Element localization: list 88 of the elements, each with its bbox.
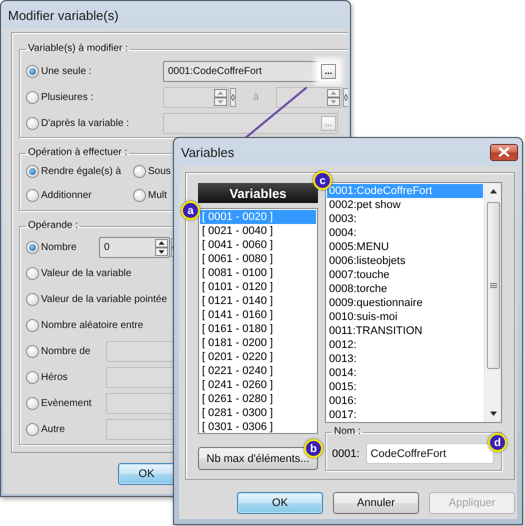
- range-separator: à: [252, 92, 260, 102]
- radio-label: Valeur de la variable pointée: [41, 294, 168, 304]
- radio-label: Mult: [148, 190, 167, 200]
- window-title: Variables: [181, 144, 236, 160]
- list-item[interactable]: 0003:: [327, 212, 483, 226]
- dialog-button[interactable]: OK: [237, 492, 323, 514]
- list-item[interactable]: 0005:MENU: [327, 240, 483, 254]
- radio-button[interactable]: [26, 370, 39, 384]
- radio-button[interactable]: [26, 266, 39, 280]
- list-item[interactable]: 0014:: [327, 366, 483, 380]
- input-field[interactable]: 0001:CodeCoffreFort ...: [163, 60, 338, 82]
- radio-label: D'après la variable :: [41, 118, 130, 128]
- list-item[interactable]: 0012:: [327, 338, 483, 352]
- radio-button[interactable]: [133, 164, 146, 178]
- radio-label: Une seule :: [41, 66, 93, 76]
- radio-button[interactable]: [26, 396, 39, 410]
- input-field[interactable]: [163, 86, 229, 108]
- list-item[interactable]: [ 0201 - 0220 ]: [200, 350, 316, 364]
- radio-label: Sous: [148, 166, 171, 176]
- diamond-icon[interactable]: [343, 88, 348, 106]
- list-item[interactable]: 0002:pet show: [327, 198, 483, 212]
- close-icon: [498, 147, 510, 157]
- radio-button[interactable]: [26, 344, 39, 358]
- spin-buttons[interactable]: [155, 238, 168, 256]
- list-item[interactable]: [ 0161 - 0180 ]: [200, 322, 316, 336]
- scroll-up-icon[interactable]: [488, 187, 498, 196]
- radio-button[interactable]: [26, 318, 39, 332]
- list-item[interactable]: [ 0121 - 0140 ]: [200, 294, 316, 308]
- radio-label: Valeur de la variable: [41, 268, 132, 278]
- group-label: Nom :: [333, 426, 362, 438]
- list-item[interactable]: [ 0221 - 0240 ]: [200, 364, 316, 378]
- list-item[interactable]: [ 0041 - 0060 ]: [200, 238, 316, 252]
- list-item[interactable]: 0015:: [327, 380, 483, 394]
- radio-button[interactable]: [26, 64, 39, 78]
- radio-button[interactable]: [26, 240, 39, 254]
- list-item[interactable]: [ 0261 - 0280 ]: [200, 392, 316, 406]
- input-field[interactable]: [276, 86, 342, 108]
- list-item[interactable]: [ 0141 - 0160 ]: [200, 308, 316, 322]
- radio-label: Evènement: [41, 398, 93, 408]
- grip-icon: [490, 282, 496, 289]
- window-title: Modifier variable(s): [8, 8, 120, 22]
- group-label: Opérande :: [27, 220, 80, 232]
- radio-label: Plusieures :: [41, 92, 94, 102]
- browse-button[interactable]: ...: [321, 64, 336, 78]
- list-item[interactable]: [ 0281 - 0300 ]: [200, 406, 316, 420]
- radio-label: Autre: [41, 424, 66, 434]
- list-header: Variables: [198, 183, 318, 203]
- list-item[interactable]: 0017:: [327, 408, 483, 422]
- variable-number: 0001:: [332, 448, 360, 460]
- radio-button[interactable]: [26, 90, 39, 104]
- radio-label: Héros: [41, 372, 69, 382]
- input-field[interactable]: CodeCoffreFort: [366, 443, 494, 464]
- list-item[interactable]: 0011:TRANSITION: [327, 324, 483, 338]
- list-item[interactable]: 0008:torche: [327, 282, 483, 296]
- list-item[interactable]: 0004:: [327, 226, 483, 240]
- list-item[interactable]: [ 0021 - 0040 ]: [200, 224, 316, 238]
- dialog-button[interactable]: Annuler: [333, 492, 419, 514]
- scroll-down-icon[interactable]: [488, 409, 498, 418]
- radio-button[interactable]: [26, 292, 39, 306]
- radio-label: Additionner: [41, 190, 92, 200]
- list-item[interactable]: 0016:: [327, 394, 483, 408]
- radio-button[interactable]: [26, 164, 39, 178]
- radio-label: Nombre aléatoire entre: [41, 320, 144, 330]
- group-label: Variable(s) à modifier :: [27, 43, 129, 55]
- list-item[interactable]: 0006:listeobjets: [327, 254, 483, 268]
- close-button[interactable]: [490, 144, 518, 160]
- list-item[interactable]: [ 0061 - 0080 ]: [200, 252, 316, 266]
- group-label: Opération à effectuer :: [27, 147, 128, 159]
- scrollbar-thumb[interactable]: [486, 202, 500, 369]
- list-item[interactable]: [ 0181 - 0200 ]: [200, 336, 316, 350]
- radio-button[interactable]: [26, 116, 39, 130]
- radio-button[interactable]: [26, 188, 39, 202]
- radio-button[interactable]: [26, 422, 39, 436]
- radio-label: Nombre: [41, 242, 78, 252]
- list-item[interactable]: [ 0301 - 0306 ]: [200, 420, 316, 433]
- scrollbar[interactable]: [484, 183, 501, 422]
- ok-button[interactable]: OK: [118, 463, 175, 485]
- list-item[interactable]: [ 0101 - 0120 ]: [200, 280, 316, 294]
- radio-label: Nombre de: [41, 346, 92, 356]
- list-item[interactable]: [ 0081 - 0100 ]: [200, 266, 316, 280]
- input-field[interactable]: 0: [99, 236, 170, 258]
- list-item[interactable]: 0010:suis-moi: [327, 310, 483, 324]
- list-item[interactable]: 0013:: [327, 352, 483, 366]
- list-item[interactable]: [ 0241 - 0260 ]: [200, 378, 316, 392]
- radio-button[interactable]: [133, 188, 146, 202]
- list-item[interactable]: 0007:touche: [327, 268, 483, 282]
- radio-label: Rendre égale(s) à: [41, 166, 122, 176]
- list-item[interactable]: 0009:questionnaire: [327, 296, 483, 310]
